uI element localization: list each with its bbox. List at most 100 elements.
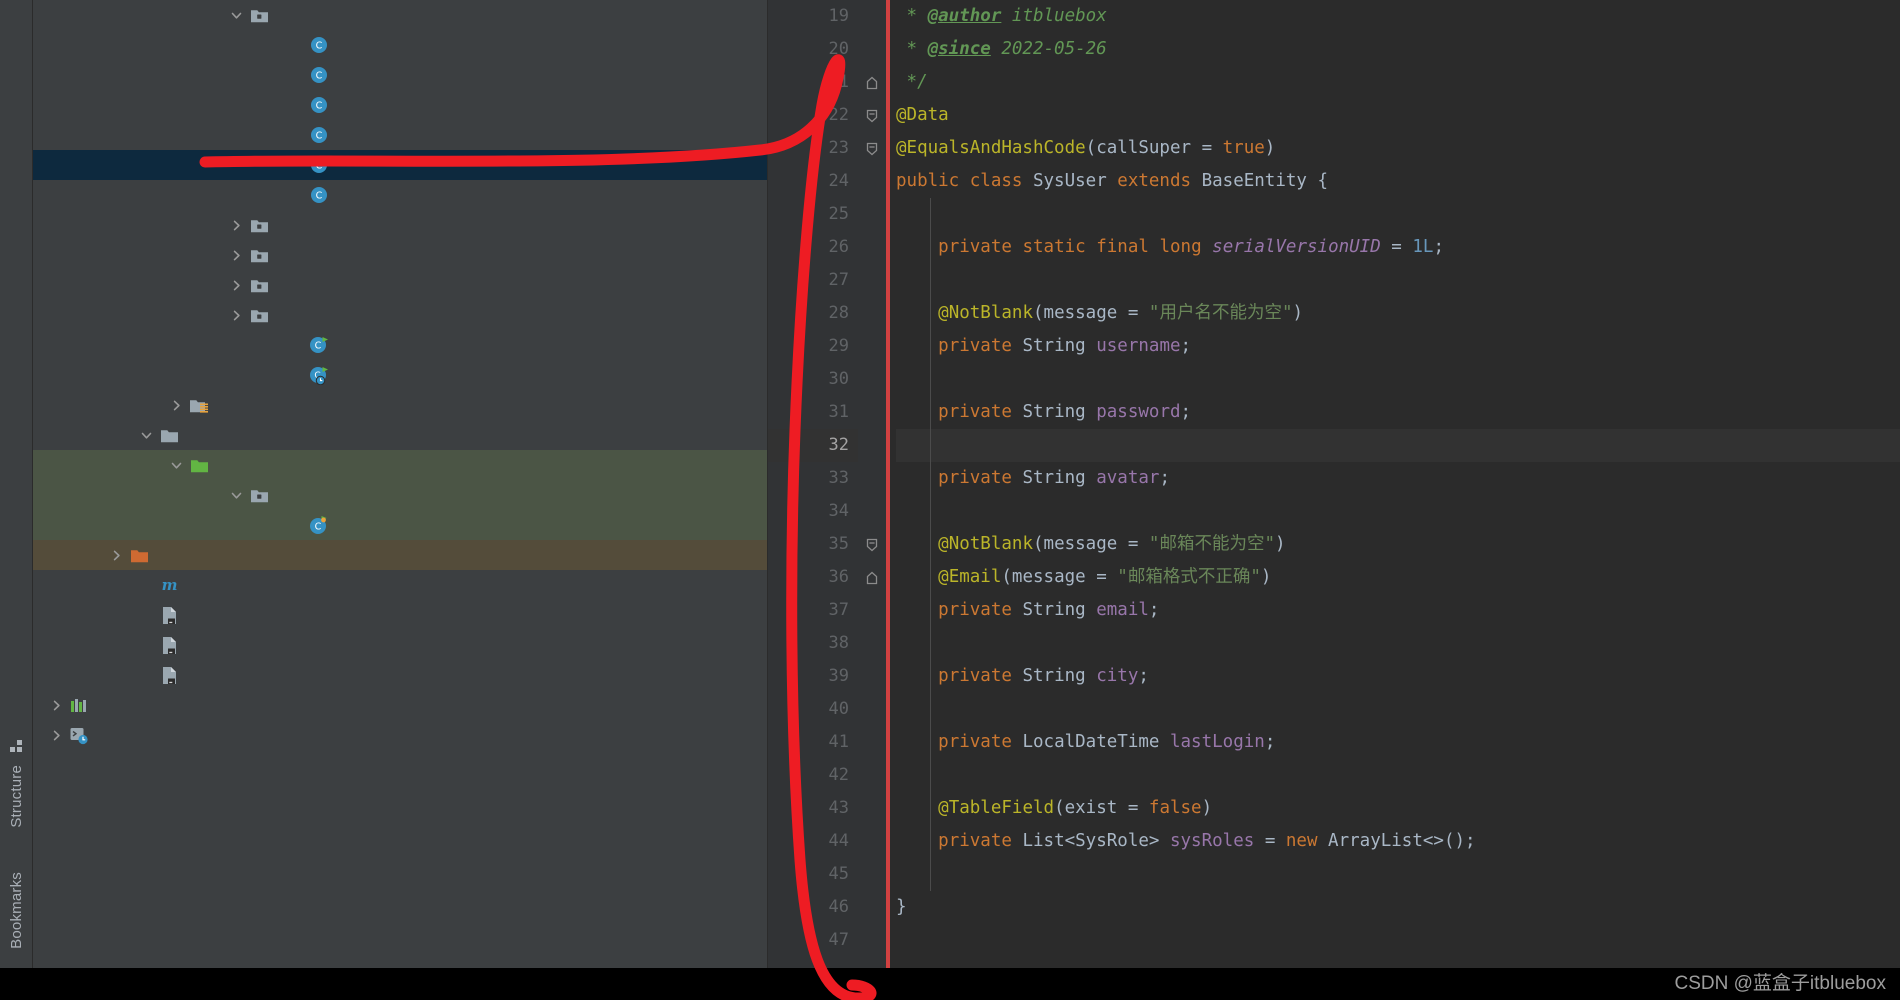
code-line[interactable]: private String email;: [896, 594, 1900, 627]
code-line[interactable]: [896, 759, 1900, 792]
tree-node[interactable]: C: [33, 120, 767, 150]
line-number[interactable]: 31: [768, 396, 858, 429]
code-line[interactable]: @TableField(exist = false): [896, 792, 1900, 825]
line-number[interactable]: 26: [768, 231, 858, 264]
code-line[interactable]: [896, 693, 1900, 726]
line-number[interactable]: 35: [768, 528, 858, 561]
line-number[interactable]: 29: [768, 330, 858, 363]
line-number[interactable]: 46: [768, 891, 858, 924]
tree-node[interactable]: [33, 690, 767, 720]
tree-expand-arrow[interactable]: [225, 219, 247, 232]
tree-expand-arrow[interactable]: [225, 279, 247, 292]
code-line[interactable]: private String avatar;: [896, 462, 1900, 495]
tree-node[interactable]: [33, 420, 767, 450]
tree-node[interactable]: C: [33, 60, 767, 90]
tree-node[interactable]: C: [33, 30, 767, 60]
tree-expand-arrow[interactable]: [225, 309, 247, 322]
code-line[interactable]: private static final long serialVersionU…: [896, 231, 1900, 264]
fold-start-icon[interactable]: [864, 99, 880, 132]
tree-node[interactable]: C: [33, 90, 767, 120]
tool-button-structure[interactable]: Structure: [0, 740, 33, 828]
line-number[interactable]: 22: [768, 99, 858, 132]
code-line[interactable]: @Data: [896, 99, 1900, 132]
tree-node[interactable]: [33, 270, 767, 300]
code-line[interactable]: @Email(message = "邮箱格式不正确"): [896, 561, 1900, 594]
tree-expand-arrow[interactable]: [135, 429, 157, 442]
line-number-gutter[interactable]: 19 20 21 22 23 24 25 26 27 28 29 30 31 32 33 34 35 36 37 38…: [768, 0, 858, 968]
tree-expand-arrow[interactable]: [225, 489, 247, 502]
code-line[interactable]: private String password;: [896, 396, 1900, 429]
line-number[interactable]: 36: [768, 561, 858, 594]
line-number[interactable]: 27: [768, 264, 858, 297]
line-number[interactable]: 37: [768, 594, 858, 627]
code-line[interactable]: @EqualsAndHashCode(callSuper = true): [896, 132, 1900, 165]
line-number[interactable]: 19: [768, 0, 858, 33]
code-folding-gutter[interactable]: [858, 0, 886, 968]
line-number[interactable]: 44: [768, 825, 858, 858]
code-line[interactable]: @NotBlank(message = "邮箱不能为空"): [896, 528, 1900, 561]
line-number[interactable]: 24: [768, 165, 858, 198]
code-line[interactable]: */: [896, 66, 1900, 99]
tree-node[interactable]: C: [33, 180, 767, 210]
code-editor[interactable]: 19 20 21 22 23 24 25 26 27 28 29 30 31 32 33 34 35 36 37 38…: [768, 0, 1900, 968]
code-line[interactable]: [896, 627, 1900, 660]
tree-expand-arrow[interactable]: [45, 699, 67, 712]
code-line[interactable]: * @author itbluebox: [896, 0, 1900, 33]
code-line[interactable]: private List<SysRole> sysRoles = new Arr…: [896, 825, 1900, 858]
line-number[interactable]: 21: [768, 66, 858, 99]
code-line[interactable]: [896, 429, 1900, 462]
project-tool-window[interactable]: C C C C C C C C Cm: [33, 0, 768, 968]
code-line[interactable]: * @since 2022-05-26: [896, 33, 1900, 66]
tree-expand-arrow[interactable]: [225, 9, 247, 22]
line-number[interactable]: 30: [768, 363, 858, 396]
tree-expand-arrow[interactable]: [165, 459, 187, 472]
line-number[interactable]: 43: [768, 792, 858, 825]
editor-text-area[interactable]: * @author itbluebox * @since 2022-05-26 …: [886, 0, 1900, 968]
line-number[interactable]: 32: [768, 429, 858, 462]
code-line[interactable]: public class SysUser extends BaseEntity …: [896, 165, 1900, 198]
line-number[interactable]: 41: [768, 726, 858, 759]
tree-node[interactable]: [33, 0, 767, 30]
tree-node[interactable]: [33, 210, 767, 240]
project-file-tree[interactable]: C C C C C C C C Cm: [33, 0, 767, 750]
code-line[interactable]: }: [896, 891, 1900, 924]
line-number[interactable]: 28: [768, 297, 858, 330]
tree-node[interactable]: C: [33, 330, 767, 360]
tree-node[interactable]: m: [33, 570, 767, 600]
tree-node[interactable]: [33, 600, 767, 630]
code-line[interactable]: [896, 495, 1900, 528]
tree-node[interactable]: [33, 240, 767, 270]
line-number[interactable]: 20: [768, 33, 858, 66]
code-line[interactable]: [896, 924, 1900, 957]
code-line[interactable]: private LocalDateTime lastLogin;: [896, 726, 1900, 759]
tree-node[interactable]: [33, 390, 767, 420]
fold-start-icon[interactable]: [864, 528, 880, 561]
tree-node[interactable]: [33, 450, 767, 480]
tree-expand-arrow[interactable]: [45, 729, 67, 742]
tree-expand-arrow[interactable]: [165, 399, 187, 412]
line-number[interactable]: 47: [768, 924, 858, 957]
code-line[interactable]: private String city;: [896, 660, 1900, 693]
tool-button-bookmarks[interactable]: Bookmarks: [0, 872, 33, 949]
tree-node[interactable]: C: [33, 360, 767, 390]
fold-end-icon[interactable]: [864, 66, 880, 99]
code-line[interactable]: private String username;: [896, 330, 1900, 363]
tree-expand-arrow[interactable]: [105, 549, 127, 562]
line-number[interactable]: 34: [768, 495, 858, 528]
tree-node[interactable]: [33, 540, 767, 570]
tree-node[interactable]: [33, 300, 767, 330]
line-number[interactable]: 25: [768, 198, 858, 231]
fold-start-icon[interactable]: [864, 132, 880, 165]
tree-node[interactable]: [33, 720, 767, 750]
line-number[interactable]: 38: [768, 627, 858, 660]
code-line[interactable]: @NotBlank(message = "用户名不能为空"): [896, 297, 1900, 330]
line-number[interactable]: 39: [768, 660, 858, 693]
line-number[interactable]: 23: [768, 132, 858, 165]
tree-node[interactable]: C: [33, 150, 767, 180]
code-line[interactable]: [896, 198, 1900, 231]
tree-node[interactable]: [33, 630, 767, 660]
tree-node[interactable]: [33, 660, 767, 690]
code-line[interactable]: [896, 363, 1900, 396]
tree-node[interactable]: C: [33, 510, 767, 540]
code-line[interactable]: [896, 858, 1900, 891]
